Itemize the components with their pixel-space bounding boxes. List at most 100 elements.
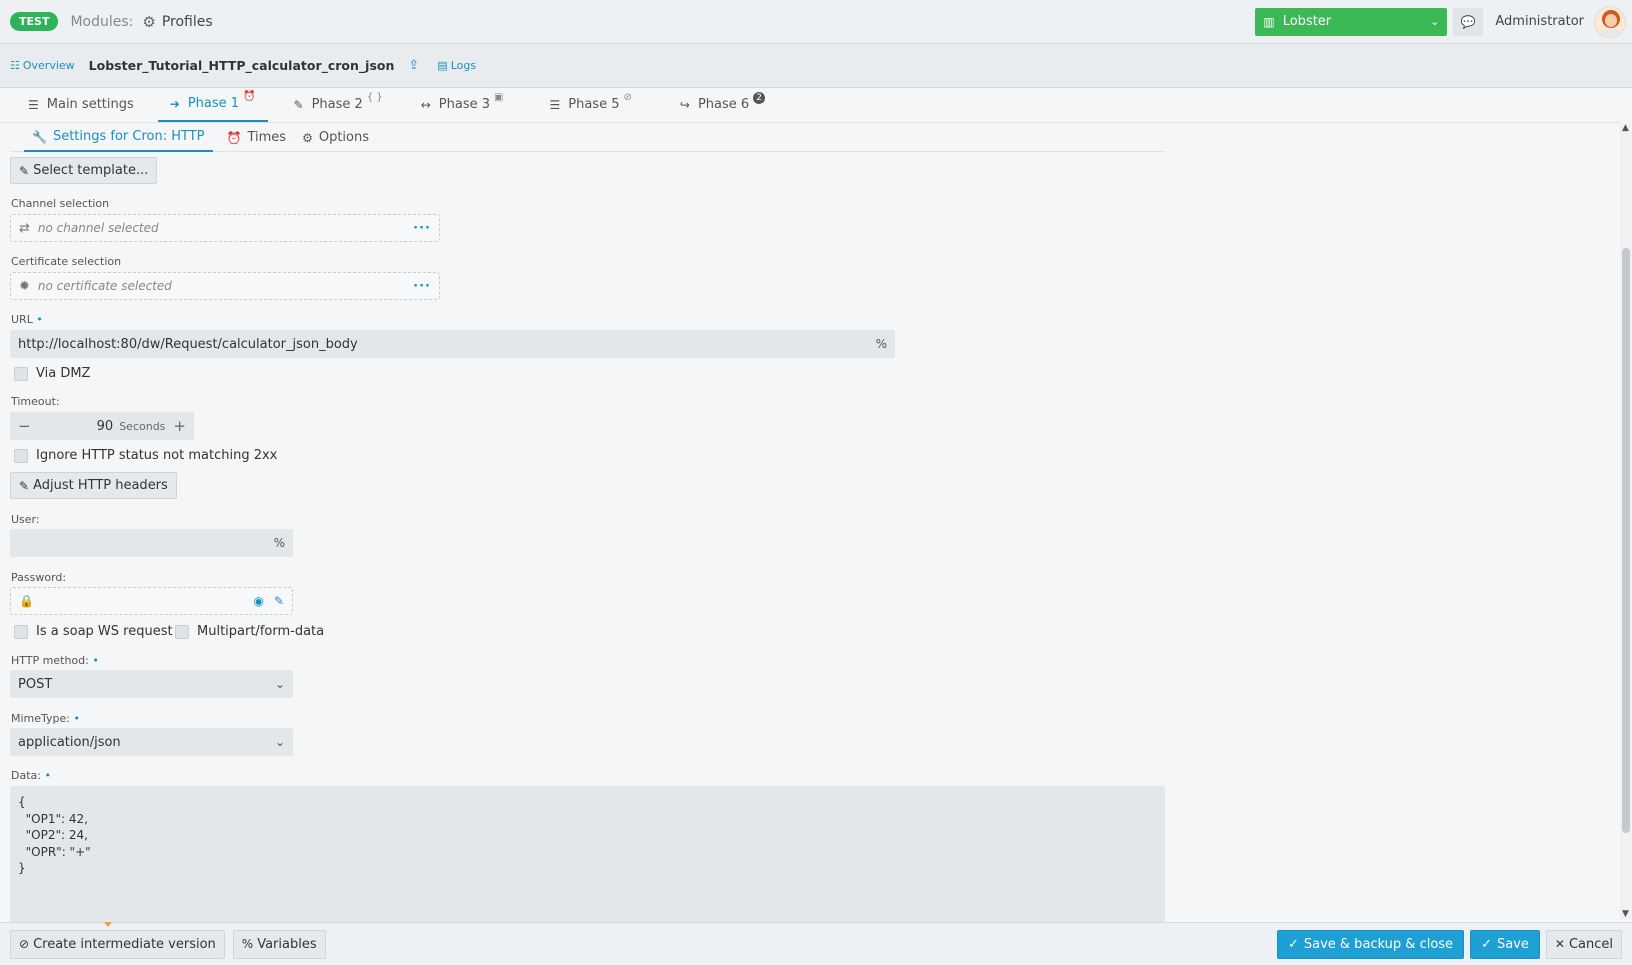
cancel-button[interactable]: ✕ Cancel: [1545, 929, 1622, 959]
checkbox[interactable]: [14, 366, 28, 381]
tab-phase-5[interactable]: ☰ Phase 5 ⊘: [537, 87, 643, 122]
certificate-icon: ✹: [19, 278, 30, 294]
timeout-stepper[interactable]: − 90 Seconds +: [10, 412, 194, 440]
tab-label: Phase 6: [697, 97, 750, 112]
http-method-label-text: HTTP method:: [11, 654, 89, 667]
ellipsis-icon[interactable]: ···: [413, 221, 431, 236]
user-name[interactable]: Administrator: [1495, 14, 1584, 29]
url-input[interactable]: http://localhost:80/dw/Request/calculato…: [10, 330, 895, 358]
vertical-scrollbar[interactable]: ▲ ▼: [1620, 123, 1632, 919]
sign-in-icon: ➔: [169, 96, 180, 111]
environment-select[interactable]: ▥ Lobster ⌄: [1255, 7, 1448, 36]
save-button[interactable]: ✓ Save: [1470, 929, 1540, 959]
adjust-headers-button[interactable]: ✎ Adjust HTTP headers: [10, 472, 177, 499]
scrollbar-thumb[interactable]: [1622, 248, 1630, 833]
subtab-label: Settings for Cron: HTTP: [52, 129, 205, 144]
comment-icon: 💬: [1460, 14, 1476, 29]
profile-name: Lobster_Tutorial_HTTP_calculator_cron_js…: [88, 58, 395, 73]
tab-main-settings[interactable]: ☰ Main settings: [16, 87, 146, 122]
factory-icon: ▥: [1263, 14, 1275, 29]
logs-link[interactable]: ▤ Logs: [437, 59, 476, 72]
overview-link-label: Overview: [22, 59, 75, 72]
user-input[interactable]: %: [10, 529, 293, 557]
scroll-up-icon[interactable]: ▲: [1622, 123, 1629, 133]
avatar[interactable]: [1594, 5, 1626, 38]
password-label: Password:: [11, 571, 67, 584]
intermediate-label: Create intermediate version: [33, 936, 216, 952]
create-intermediate-version-button[interactable]: ⊘ Create intermediate version: [10, 929, 225, 959]
password-field[interactable]: 🔒 ◉ ✎: [10, 587, 293, 615]
certificate-picker[interactable]: ✹ no certificate selected ···: [10, 272, 440, 300]
arrows-horizontal-icon: ↔: [420, 97, 431, 112]
mimetype-value: application/json: [18, 734, 121, 750]
magic-wand-icon: ✎: [19, 163, 30, 178]
ignore-status-checkbox[interactable]: Ignore HTTP status not matching 2xx: [14, 448, 277, 463]
plus-icon[interactable]: +: [173, 417, 186, 435]
soap-label: Is a soap WS request: [36, 624, 173, 639]
overview-link[interactable]: ☷ Overview: [10, 59, 75, 72]
percent-icon: %: [241, 937, 254, 951]
select-template-button[interactable]: ✎ Select template...: [10, 157, 158, 184]
checkbox[interactable]: [14, 624, 28, 639]
soap-checkbox[interactable]: Is a soap WS request: [14, 624, 173, 639]
tab-phase-2[interactable]: ✎ Phase 2 { }: [282, 87, 395, 122]
checkbox[interactable]: [175, 624, 189, 639]
certificate-label: Certificate selection: [11, 255, 122, 268]
required-mark: •: [73, 712, 81, 725]
share-icon: ↪: [679, 97, 690, 112]
file-edit-icon: ✎: [293, 97, 304, 112]
server-icon: ☰: [549, 97, 561, 112]
profile-header: ☷ Overview Lobster_Tutorial_HTTP_calcula…: [0, 44, 1632, 88]
percent-icon[interactable]: %: [876, 337, 887, 351]
breadcrumb-profiles[interactable]: Profiles: [162, 14, 213, 30]
check-icon: ✓: [1481, 936, 1492, 952]
chat-button[interactable]: 💬: [1453, 7, 1484, 36]
braces-icon: { }: [366, 92, 383, 103]
pencil-icon[interactable]: ✎: [274, 594, 284, 608]
subtab-options[interactable]: ⚙ Options: [294, 123, 377, 152]
via-dmz-checkbox[interactable]: Via DMZ: [14, 366, 90, 381]
alarm-clock-icon: ⏰: [226, 130, 242, 145]
eye-icon[interactable]: ◉: [253, 594, 263, 608]
data-editor[interactable]: { "OP1": 42, "OP2": 24, "OPR": "+" }: [10, 786, 1165, 922]
scroll-down-icon[interactable]: ▼: [1622, 909, 1629, 919]
url-label: URL •: [11, 313, 43, 326]
subtab-label: Options: [318, 130, 370, 145]
mimetype-select[interactable]: application/json ⌄: [10, 728, 293, 756]
tab-phase-6[interactable]: ↪ Phase 6 2: [668, 87, 777, 122]
environment-select-value: Lobster: [1282, 14, 1332, 29]
timeout-value: 90: [96, 418, 114, 434]
variables-label: Variables: [257, 936, 317, 952]
tab-label: Phase 5: [568, 97, 620, 112]
file-icon: ▤: [437, 59, 448, 72]
cpu-icon: ⚙: [142, 12, 156, 31]
tab-label: Phase 2: [311, 97, 363, 112]
ellipsis-icon[interactable]: ···: [413, 279, 431, 294]
bottom-bar: ⊘ Create intermediate version % Variable…: [0, 922, 1632, 965]
save-backup-close-label: Save & backup & close: [1303, 936, 1454, 952]
channel-picker[interactable]: ⇄ no channel selected ···: [10, 214, 440, 242]
timeout-unit: Seconds: [119, 419, 166, 433]
ban-icon: ⊘: [623, 92, 632, 103]
count-badge: 2: [753, 91, 766, 104]
upload-icon[interactable]: ⇪: [408, 58, 419, 73]
subtab-times[interactable]: ⏰ Times: [219, 123, 295, 152]
data-label: Data: •: [11, 769, 51, 782]
http-method-select[interactable]: POST ⌄: [10, 670, 293, 698]
percent-icon[interactable]: %: [274, 536, 285, 550]
cogs-icon: ⚙: [302, 130, 313, 145]
close-icon: ✕: [1554, 937, 1565, 951]
check-circle-icon: ⊘: [19, 937, 30, 951]
checkbox[interactable]: [14, 448, 28, 463]
tab-phase-1[interactable]: ➔ Phase 1 ⏰: [157, 87, 268, 122]
save-backup-close-button[interactable]: ✓ Save & backup & close: [1276, 929, 1465, 959]
settings-form: ✎ Select template... Channel selection ⇄…: [10, 152, 1165, 922]
minus-icon[interactable]: −: [18, 417, 31, 435]
subtab-settings-cron-http[interactable]: 🔧 Settings for Cron: HTTP: [24, 123, 213, 152]
http-method-value: POST: [18, 676, 53, 692]
variables-button[interactable]: % Variables: [232, 929, 326, 959]
multipart-checkbox[interactable]: Multipart/form-data: [175, 624, 324, 639]
required-mark: •: [36, 313, 43, 326]
square-icon: ▣: [494, 92, 504, 103]
tab-phase-3[interactable]: ↔ Phase 3 ▣: [409, 87, 516, 122]
